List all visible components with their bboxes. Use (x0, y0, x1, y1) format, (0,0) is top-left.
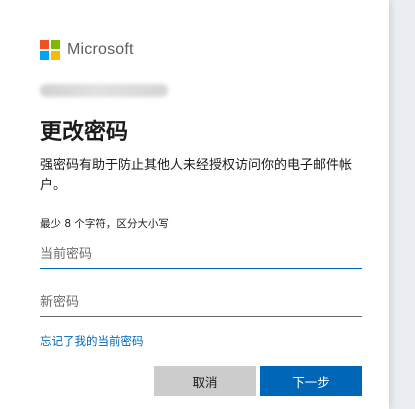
cancel-button[interactable]: 取消 (154, 366, 256, 396)
password-requirement-hint: 最少 8 个字符，区分大小写 (40, 218, 169, 230)
logo-square-blue (40, 51, 49, 60)
page-description: 强密码有助于防止其他人未经授权访问你的电子邮件帐户。 (40, 158, 353, 193)
microsoft-logo-icon (40, 40, 60, 60)
current-password-input[interactable] (40, 240, 362, 269)
logo-square-green (51, 40, 60, 49)
brand-name: Microsoft (67, 41, 134, 58)
logo-square-red (40, 40, 49, 49)
logo-square-yellow (51, 51, 60, 60)
page-title: 更改密码 (40, 120, 129, 145)
microsoft-logo: Microsoft (40, 40, 134, 60)
new-password-input[interactable] (40, 288, 362, 317)
next-button[interactable]: 下一步 (260, 366, 362, 396)
page-background-strip (389, 0, 415, 409)
account-identifier-redacted (40, 84, 168, 97)
change-password-card: Microsoft 更改密码 强密码有助于防止其他人未经授权访问你的电子邮件帐户… (0, 0, 389, 409)
forgot-password-link[interactable]: 忘记了我的当前密码 (40, 333, 144, 349)
